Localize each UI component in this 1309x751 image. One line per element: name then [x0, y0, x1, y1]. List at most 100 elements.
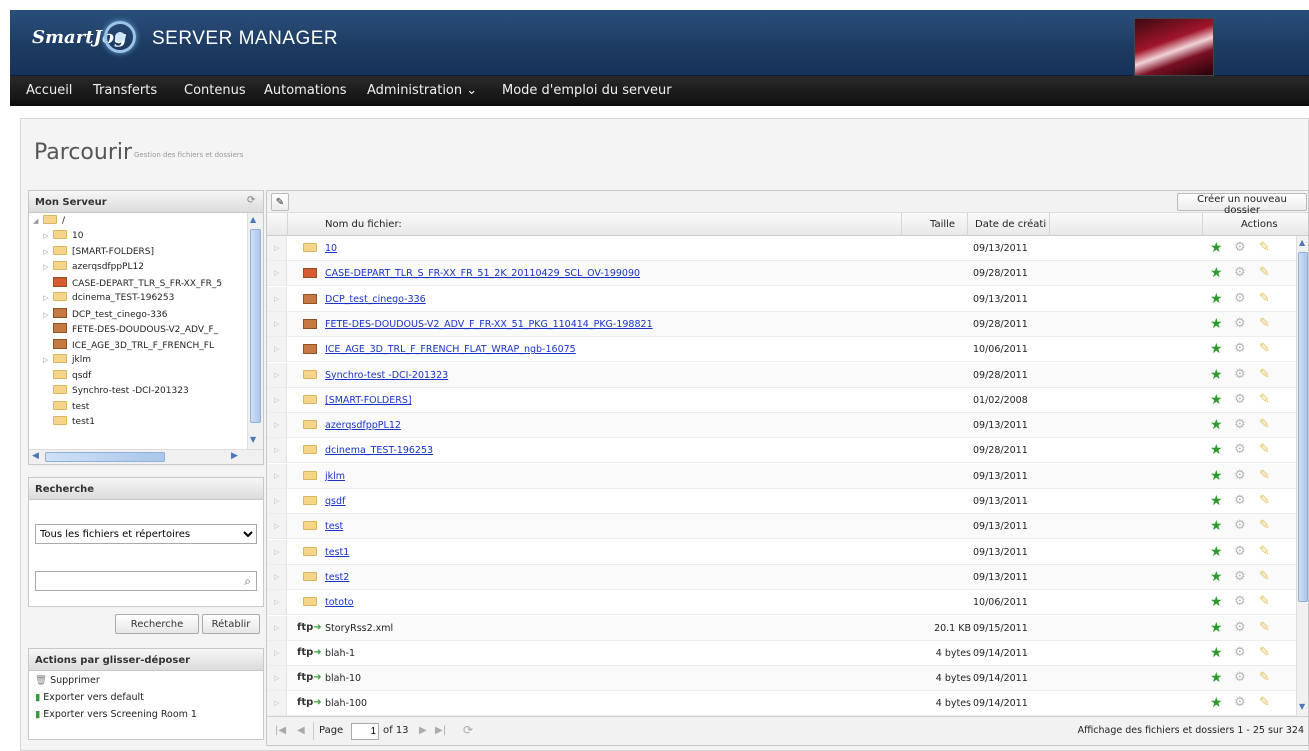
refresh-icon[interactable]: ⟳	[247, 195, 255, 206]
next-page-icon[interactable]: ▶	[419, 725, 427, 736]
tree-item[interactable]: ▷ DCP_test_cinego-336	[43, 307, 167, 321]
grid-scroll-thumb[interactable]	[1298, 252, 1308, 602]
star-icon[interactable]: ★	[1210, 696, 1223, 710]
star-icon[interactable]: ★	[1210, 418, 1223, 432]
settings-icon[interactable]: ⚙	[1234, 544, 1246, 559]
edit-icon[interactable]: ✎	[1259, 494, 1270, 508]
file-name[interactable]: qsdf	[325, 496, 345, 507]
edit-icon[interactable]: ✎	[1259, 620, 1270, 635]
reset-button[interactable]: Rétablir	[202, 614, 260, 634]
nav-item[interactable]: Administration ⌄	[367, 83, 477, 98]
star-icon[interactable]: ★	[1210, 368, 1223, 382]
settings-icon[interactable]: ⚙	[1234, 418, 1246, 432]
edit-icon[interactable]: ✎	[1259, 569, 1270, 584]
settings-icon[interactable]: ⚙	[1234, 443, 1246, 457]
column-date[interactable]: Date de créati	[975, 219, 1046, 230]
table-row[interactable]: ▷ azerqsdfppPL12 09/13/2011 ★ ⚙ ✎	[267, 413, 1297, 439]
tree-item[interactable]: ▷ 10	[43, 230, 83, 243]
row-expand-icon[interactable]: ▷	[267, 236, 287, 260]
edit-icon[interactable]: ✎	[1259, 468, 1270, 483]
nav-item[interactable]: Accueil	[26, 83, 72, 98]
settings-icon[interactable]: ⚙	[1234, 392, 1246, 407]
dnd-export-screening[interactable]: ▮ Exporter vers Screening Room 1	[35, 709, 197, 720]
row-expand-icon[interactable]: ▷	[267, 362, 287, 387]
star-icon[interactable]: ★	[1210, 342, 1223, 356]
table-row[interactable]: ▷ test1 09/13/2011 ★ ⚙ ✎	[267, 539, 1297, 565]
table-row[interactable]: ▷ 10 09/13/2011 ★ ⚙ ✎	[267, 236, 1297, 261]
settings-icon[interactable]: ⚙	[1234, 367, 1246, 382]
row-expand-icon[interactable]: ▷	[267, 387, 287, 412]
file-name[interactable]: test1	[325, 547, 349, 558]
file-name[interactable]: CASE-DEPART_TLR_S_FR-XX_FR_51_2K_2011042…	[325, 268, 640, 279]
row-expand-icon[interactable]: ▷	[267, 615, 287, 640]
star-icon[interactable]: ★	[1210, 545, 1223, 559]
settings-icon[interactable]: ⚙	[1234, 595, 1246, 609]
table-row[interactable]: ▷ FETE-DES-DOUDOUS-V2_ADV_F_FR-XX_51_PKG_…	[267, 311, 1297, 337]
settings-icon[interactable]: ⚙	[1234, 241, 1246, 255]
row-expand-icon[interactable]: ▷	[267, 514, 287, 539]
star-icon[interactable]: ★	[1210, 570, 1223, 584]
row-expand-icon[interactable]: ▷	[267, 640, 287, 665]
expand-icon[interactable]: ▷	[43, 232, 53, 240]
tree-item[interactable]: ▷ dcinema_TEST-196253	[43, 292, 174, 305]
tree-hscroll-thumb[interactable]	[45, 452, 165, 462]
edit-icon[interactable]: ✎	[1259, 544, 1270, 559]
settings-icon[interactable]: ⚙	[1234, 266, 1246, 280]
file-name[interactable]: FETE-DES-DOUDOUS-V2_ADV_F_FR-XX_51_PKG_1…	[325, 319, 653, 330]
tree-item[interactable]: ▷ [SMART-FOLDERS]	[43, 245, 154, 259]
row-expand-icon[interactable]: ▷	[267, 463, 287, 488]
tree-vertical-scrollbar[interactable]: ▲ ▼	[247, 213, 263, 449]
table-row[interactable]: ▷ [SMART-FOLDERS] 01/02/2008 ★ ⚙ ✎	[267, 387, 1297, 413]
expand-icon[interactable]: ▷	[43, 263, 53, 271]
table-row[interactable]: ▷ test2 09/13/2011 ★ ⚙ ✎	[267, 564, 1297, 590]
table-row[interactable]: ▷ ftp➜ StoryRss2.xml 20.1 KB 09/15/2011 ★ ⚙ ✎	[267, 615, 1297, 641]
table-row[interactable]: ▷ CASE-DEPART_TLR_S_FR-XX_FR_51_2K_201104…	[267, 261, 1297, 287]
settings-icon[interactable]: ⚙	[1234, 645, 1246, 660]
star-icon[interactable]: ★	[1210, 646, 1223, 660]
settings-icon[interactable]: ⚙	[1234, 671, 1246, 685]
edit-toolbar-button[interactable]: ✎	[271, 193, 289, 211]
nav-item[interactable]: Contenus	[184, 83, 246, 98]
file-name[interactable]: tototo	[325, 597, 354, 608]
table-row[interactable]: ▷ DCP_test_cinego-336 09/13/2011 ★ ⚙ ✎	[267, 286, 1297, 312]
settings-icon[interactable]: ⚙	[1234, 291, 1246, 306]
collapse-icon[interactable]: ◢	[33, 217, 43, 225]
search-button[interactable]: Recherche	[115, 614, 199, 634]
star-icon[interactable]: ★	[1210, 292, 1223, 306]
file-name[interactable]: azerqsdfppPL12	[325, 420, 401, 431]
expand-icon[interactable]: ▷	[43, 248, 53, 256]
row-expand-icon[interactable]: ▷	[267, 337, 287, 362]
tree-item[interactable]: ▷ azerqsdfppPL12	[43, 261, 144, 274]
column-size[interactable]: Taille	[930, 219, 955, 230]
nav-item[interactable]: Automations	[264, 83, 347, 98]
tree-horizontal-scrollbar[interactable]: ◀ ▶	[29, 449, 263, 464]
edit-icon[interactable]: ✎	[1259, 342, 1270, 356]
search-input-box[interactable]: ⌕	[35, 571, 257, 591]
settings-icon[interactable]: ⚙	[1234, 342, 1246, 356]
tree-item[interactable]: ▷ jklm	[43, 354, 91, 367]
table-row[interactable]: ▷ ftp➜ blah-100 4 bytes 09/14/2011 ★ ⚙ ✎	[267, 691, 1297, 717]
nav-item[interactable]: Mode d'emploi du serveur	[502, 83, 672, 98]
edit-icon[interactable]: ✎	[1259, 392, 1270, 407]
prev-page-icon[interactable]: ◀	[297, 725, 305, 736]
row-expand-icon[interactable]: ▷	[267, 311, 287, 336]
settings-icon[interactable]: ⚙	[1234, 519, 1246, 533]
settings-icon[interactable]: ⚙	[1234, 620, 1246, 635]
search-input[interactable]	[36, 572, 232, 590]
edit-icon[interactable]: ✎	[1259, 418, 1270, 432]
edit-icon[interactable]: ✎	[1259, 266, 1270, 280]
tree-root[interactable]: ◢ /	[33, 215, 65, 228]
nav-item[interactable]: Transferts	[93, 83, 157, 98]
table-row[interactable]: ▷ dcinema_TEST-196253 09/28/2011 ★ ⚙ ✎	[267, 438, 1297, 464]
table-row[interactable]: ▷ test 09/13/2011 ★ ⚙ ✎	[267, 514, 1297, 540]
scroll-down-icon[interactable]: ▼	[1299, 702, 1305, 711]
file-name[interactable]: test2	[325, 572, 349, 583]
row-expand-icon[interactable]: ▷	[267, 691, 287, 716]
file-name[interactable]: [SMART-FOLDERS]	[325, 395, 412, 406]
row-expand-icon[interactable]: ▷	[267, 286, 287, 311]
file-name[interactable]: jklm	[325, 471, 345, 482]
row-expand-icon[interactable]: ▷	[267, 489, 287, 513]
search-icon[interactable]: ⌕	[244, 574, 251, 589]
edit-icon[interactable]: ✎	[1259, 443, 1270, 457]
row-expand-icon[interactable]: ▷	[267, 539, 287, 564]
